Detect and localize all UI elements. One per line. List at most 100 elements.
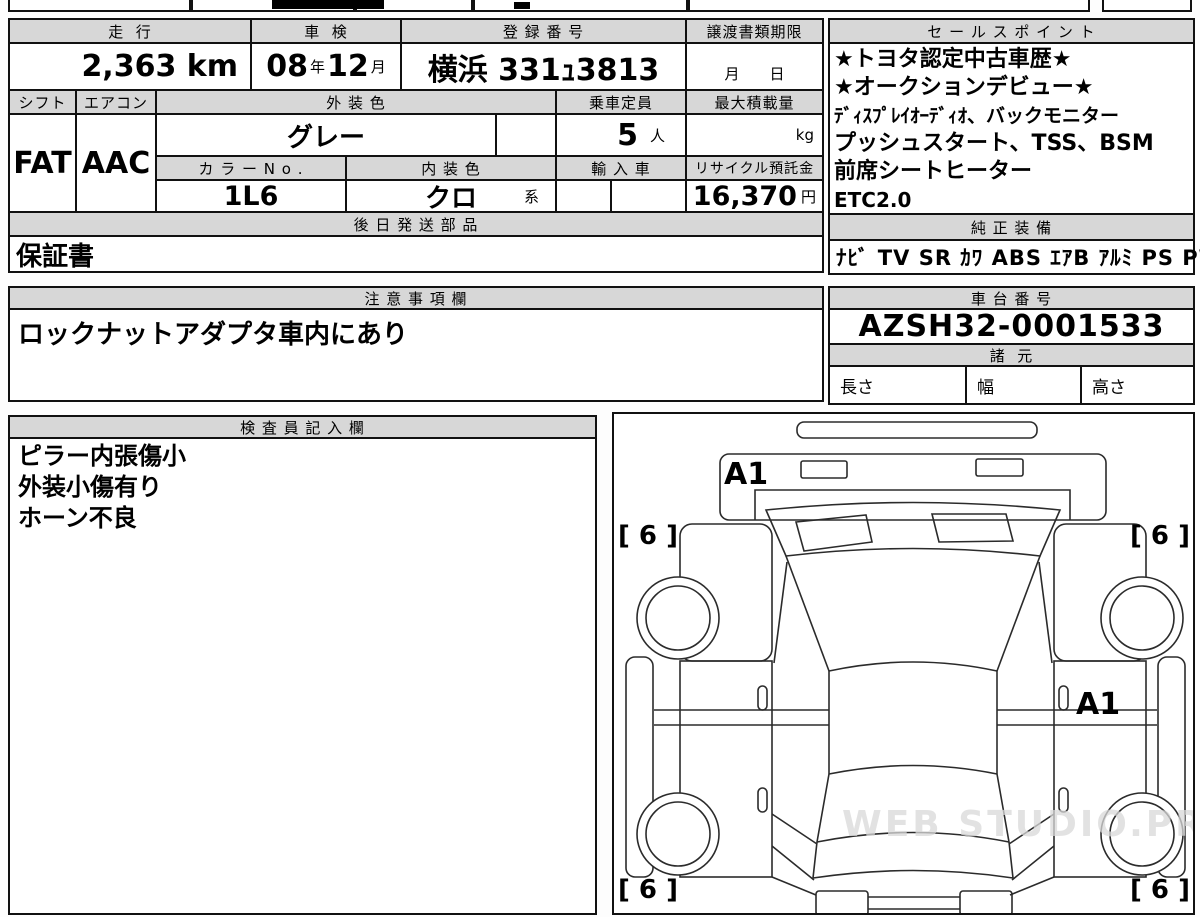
exterior-color-value: グレー — [155, 113, 497, 157]
seating-capacity-header: 乗車定員 — [555, 89, 687, 115]
corner-mark-top-right: [ 6 ] — [1130, 521, 1190, 551]
car-top-view-diagram: WEB STUDIO.PRO A1 A1 [ 6 ] [ 6 ] [ 6 ] [… — [614, 414, 1193, 913]
recycle-deposit-amount: 16,370 — [693, 181, 797, 212]
inspector-line: ピラー内張傷小 — [18, 441, 587, 472]
registration-value: 横浜 331ｭ3813 — [400, 42, 687, 91]
sales-point-line: ﾃﾞｨｽﾌﾟﾚｲｵｰﾃﾞｨｵ、バックモニター — [834, 102, 1189, 130]
spec-length-cell: 長さ — [828, 365, 967, 405]
rear-bumper-band — [868, 897, 960, 909]
aircon-header: エアコン — [75, 89, 157, 115]
inspection-month: 12 — [327, 49, 369, 84]
roof-rear-curve — [829, 766, 997, 775]
interior-color-suffix: 系 — [524, 186, 539, 207]
later-parts-header: 後 日 発 送 部 品 — [8, 211, 824, 237]
door-handle-front-left — [758, 686, 767, 710]
genuine-equipment-value: ﾅﾋﾞ TV SR ｶﾜ ABS ｴｱB ｱﾙﾐ PS PW — [828, 239, 1195, 275]
interior-color-value: クロ 系 — [345, 179, 557, 213]
recycle-deposit-value: 16,370 円 — [685, 179, 824, 213]
max-load-unit: kg — [796, 126, 814, 144]
recycle-deposit-unit: 円 — [801, 186, 816, 207]
damage-label-side: A1 — [1076, 687, 1120, 722]
sales-point-line: ETC2.0 — [834, 186, 1189, 214]
inspection-year: 08 — [266, 49, 308, 84]
inspection-year-unit: 年 — [310, 56, 325, 77]
cropped-cell — [8, 0, 191, 12]
inspection-month-unit: 月 — [371, 56, 386, 77]
inspector-line: ホーン不良 — [18, 503, 587, 534]
seating-capacity-number: 5 — [617, 118, 638, 153]
hood-panel — [720, 454, 1106, 520]
cropped-cell — [473, 0, 688, 12]
registration-header: 登 録 番 号 — [400, 18, 687, 44]
front-quarter-line-right — [1039, 562, 1052, 663]
shift-header: シフト — [8, 89, 77, 115]
watermark-text: WEB STUDIO.PRO — [842, 804, 1193, 845]
door-handle-rear-left — [758, 788, 767, 812]
hood-vent-right — [976, 459, 1023, 476]
notes-value: ロックナットアダプタ車内にあり — [8, 308, 824, 402]
chassis-number-value: AZSH32-0001533 — [828, 308, 1195, 345]
notes-header: 注 意 事 項 欄 — [8, 286, 824, 310]
corner-mark-bottom-left: [ 6 ] — [618, 875, 678, 905]
inspection-value: 08 年 12 月 — [250, 42, 402, 91]
sales-point-line: ★オークションデビュー★ — [834, 74, 1189, 102]
rear-wheel-left-inner — [646, 802, 710, 866]
a-pillar-right — [997, 556, 1040, 671]
imported-header: 輸 入 車 — [555, 155, 687, 181]
sales-point-line: ★トヨタ認定中古車歴★ — [834, 46, 1189, 74]
damage-label-hood: A1 — [724, 457, 768, 492]
interior-color-name: クロ — [425, 178, 477, 215]
cropped-text-fragment — [272, 0, 384, 9]
shift-value: FAT — [8, 113, 77, 213]
rear-bumper-right-block — [960, 891, 1012, 913]
aircon-value: AAC — [75, 113, 157, 213]
front-wheel-left-inner — [646, 586, 710, 650]
hood-inner-line — [755, 490, 1070, 520]
inspector-header: 検 査 員 記 入 欄 — [8, 415, 597, 439]
imported-value-cell-1 — [555, 179, 612, 213]
later-parts-value: 保証書 — [8, 235, 824, 273]
roof-front-curve — [829, 662, 997, 671]
wiper-right — [932, 514, 1013, 542]
color-no-header: カ ラ ー N o . — [155, 155, 347, 181]
cropped-text-fragment — [514, 2, 530, 9]
corner-mark-top-left: [ 6 ] — [618, 521, 678, 551]
cropped-cell — [1102, 0, 1192, 12]
cropped-cell — [688, 0, 1090, 12]
spec-width-cell: 幅 — [965, 365, 1082, 405]
corner-mark-bottom-right: [ 6 ] — [1130, 875, 1190, 905]
color-no-value: 1L6 — [155, 179, 347, 213]
spec-height-cell: 高さ — [1080, 365, 1195, 405]
inspection-header: 車 検 — [250, 18, 402, 44]
seating-capacity-value: 5 人 — [555, 113, 687, 157]
mileage-value: 2,363 km — [8, 42, 252, 91]
door-handle-front-right — [1059, 686, 1068, 710]
exterior-color-header: 外 装 色 — [155, 89, 557, 115]
transfer-deadline-value: 月 日 — [685, 42, 824, 91]
recycle-deposit-header: リサイクル預託金 — [685, 155, 824, 181]
transfer-deadline-header: 譲渡書類期限 — [685, 18, 824, 44]
car-diagram-box: WEB STUDIO.PRO A1 A1 [ 6 ] [ 6 ] [ 6 ] [… — [612, 412, 1195, 915]
sales-points-header: セ ー ル ス ポ イ ン ト — [828, 18, 1195, 44]
rear-quarter-lines-left — [772, 814, 817, 880]
chassis-number-header: 車 台 番 号 — [828, 286, 1195, 310]
exterior-color-extra-cell — [495, 113, 557, 157]
front-quarter-line-left — [774, 562, 787, 663]
inspector-line: 外装小傷有り — [18, 472, 587, 503]
front-wheel-right-inner — [1110, 586, 1174, 650]
a-pillar-left — [786, 556, 829, 671]
hood-vent-left — [801, 461, 847, 478]
inspector-content: ピラー内張傷小 外装小傷有り ホーン不良 — [8, 437, 597, 915]
sales-point-line: プッシュスタート、TSS、BSM — [834, 130, 1189, 158]
trunk-lid — [813, 842, 1013, 878]
sales-points-content: ★トヨタ認定中古車歴★ ★オークションデビュー★ ﾃﾞｨｽﾌﾟﾚｲｵｰﾃﾞｨｵ、… — [828, 42, 1195, 215]
specs-header: 諸 元 — [828, 343, 1195, 367]
seating-capacity-unit: 人 — [650, 125, 665, 146]
windshield — [766, 503, 1060, 557]
imported-value-cell-2 — [610, 179, 687, 213]
front-bumper-strip — [797, 422, 1037, 438]
max-load-header: 最大積載量 — [685, 89, 824, 115]
rear-window-side-left — [817, 774, 829, 842]
max-load-value: kg — [685, 113, 824, 157]
sales-point-line: 前席シートヒーター — [834, 158, 1189, 186]
